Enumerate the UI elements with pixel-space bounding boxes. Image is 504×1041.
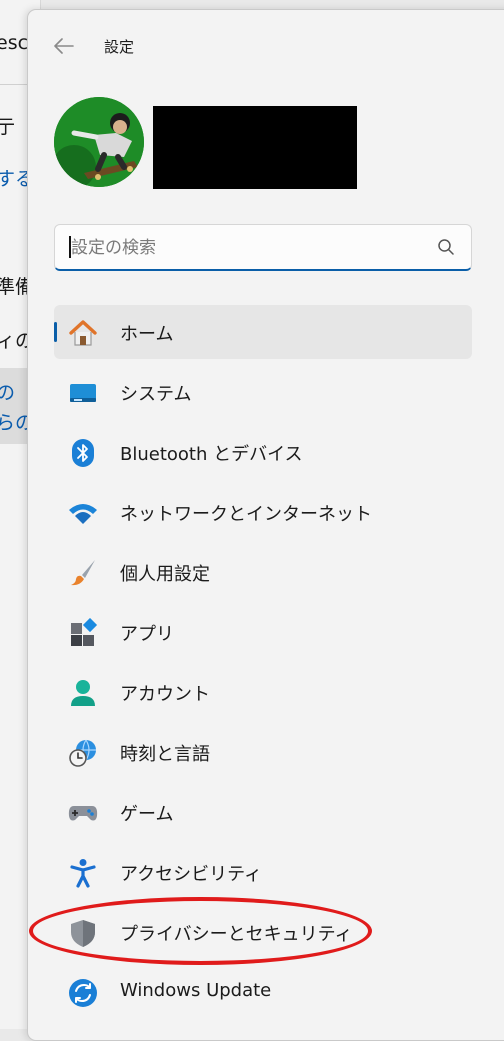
nav-item-accessibility[interactable]: アクセシビリティ xyxy=(54,845,472,899)
nav-item-home[interactable]: ホーム xyxy=(54,305,472,359)
bluetooth-icon xyxy=(68,438,98,468)
nav-label: システム xyxy=(120,384,192,405)
text-caret xyxy=(69,236,71,258)
nav-label: Bluetooth とデバイス xyxy=(120,444,303,465)
nav-item-windows-update[interactable]: Windows Update xyxy=(54,965,472,1019)
apps-icon xyxy=(68,618,98,648)
nav-label: ゲーム xyxy=(120,804,174,825)
selection-indicator xyxy=(54,322,57,342)
title-bar: 設定 xyxy=(28,10,504,80)
window-title: 設定 xyxy=(104,38,135,56)
nav-item-bluetooth[interactable]: Bluetooth とデバイス xyxy=(54,425,472,479)
user-avatar-photo xyxy=(54,97,144,187)
search-box[interactable] xyxy=(54,224,472,271)
system-display-icon xyxy=(68,378,98,408)
nav-label: アクセシビリティ xyxy=(120,864,263,885)
search-input[interactable] xyxy=(69,225,413,271)
home-icon xyxy=(68,318,98,348)
nav-label: アカウント xyxy=(120,684,210,705)
bg-text-2: 亍 xyxy=(0,116,16,138)
nav-label: ネットワークとインターネット xyxy=(120,504,372,525)
nav-item-accounts[interactable]: アカウント xyxy=(54,665,472,719)
nav-item-system[interactable]: システム xyxy=(54,365,472,419)
arrow-left-icon xyxy=(54,38,74,54)
account-icon xyxy=(68,678,98,708)
nav-item-network[interactable]: ネットワークとインターネット xyxy=(54,485,472,539)
time-language-icon xyxy=(68,738,98,768)
avatar[interactable] xyxy=(54,97,144,187)
windows-update-icon xyxy=(68,978,98,1008)
search-icon[interactable] xyxy=(437,238,455,256)
nav-item-apps[interactable]: アプリ xyxy=(54,605,472,659)
gamepad-icon xyxy=(68,798,98,828)
nav-item-gaming[interactable]: ゲーム xyxy=(54,785,472,839)
back-button[interactable] xyxy=(48,32,80,60)
nav-item-personalization[interactable]: 個人用設定 xyxy=(54,545,472,599)
nav-label: アプリ xyxy=(120,624,174,645)
nav-label: 個人用設定 xyxy=(120,564,210,585)
redacted-user-name xyxy=(153,106,357,189)
nav-label: ホーム xyxy=(120,324,174,345)
nav-item-time-language[interactable]: 時刻と言語 xyxy=(54,725,472,779)
nav-label: 時刻と言語 xyxy=(120,744,210,765)
bg-divider xyxy=(0,84,30,85)
accessibility-icon xyxy=(68,858,98,888)
annotation-highlight-ellipse xyxy=(29,897,372,965)
bg-text-1: esc xyxy=(0,32,29,54)
bg-text-6[interactable]: の xyxy=(0,378,15,405)
wifi-icon xyxy=(68,498,98,528)
settings-window: 設定 設定の検索 ホーム システム Bluetooth とデバイス ネットワーク… xyxy=(27,9,504,1041)
paintbrush-icon xyxy=(68,558,98,588)
nav-label: Windows Update xyxy=(120,980,272,1001)
